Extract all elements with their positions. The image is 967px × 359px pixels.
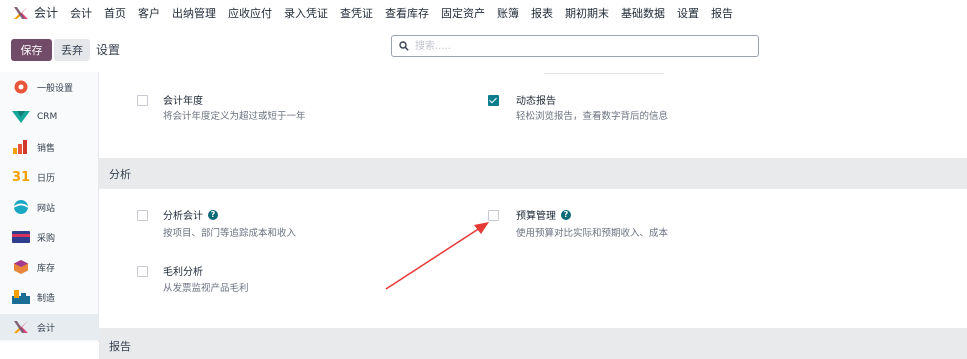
menu-item[interactable]: 查看库存	[385, 5, 429, 21]
setting-description: 轻松浏览报告，查看数字背后的信息	[516, 111, 669, 122]
setting-title-text: 预算管理	[516, 211, 556, 222]
inventory-icon	[12, 259, 30, 275]
setting-description: 从发票监视产品毛利	[163, 283, 249, 294]
sidebar-item-label: 网站	[37, 203, 56, 214]
section-header-report: 报告	[99, 328, 967, 359]
crm-icon	[12, 109, 30, 125]
dynamic-report-checkbox[interactable]	[488, 95, 499, 106]
sidebar-item-label: 会计	[37, 323, 56, 334]
general-settings-icon	[12, 79, 30, 95]
control-panel: 保存 丢弃 设置	[0, 34, 967, 62]
help-icon[interactable]: ?	[208, 209, 218, 220]
sidebar-item-accounting[interactable]: 会计	[0, 314, 99, 340]
sidebar-item-label: 制造	[37, 293, 56, 304]
sidebar-item-manufacturing[interactable]: 制造	[0, 284, 99, 310]
menu-item[interactable]: 客户	[138, 5, 160, 21]
menu-item[interactable]: 账簿	[497, 5, 519, 21]
search-icon	[399, 41, 409, 51]
menu-item[interactable]: 录入凭证	[284, 5, 328, 21]
setting-title: 毛利分析	[163, 267, 203, 278]
menu-item[interactable]: 出纳管理	[172, 5, 216, 21]
budget-management-checkbox[interactable]	[488, 210, 499, 221]
top-menu: 会计 首页 客户 出纳管理 应收应付 录入凭证 查凭证 查看库存 固定资产 账簿…	[70, 5, 733, 21]
menu-item[interactable]: 会计	[70, 5, 92, 21]
menu-item[interactable]: 基础数据	[621, 5, 665, 21]
accounting-icon	[12, 319, 30, 335]
breadcrumb: 设置	[96, 43, 121, 57]
sidebar-item-label: 日历	[37, 173, 56, 184]
fiscal-year-checkbox[interactable]	[137, 95, 148, 106]
top-navbar: 会计 会计 首页 客户 出纳管理 应收应付 录入凭证 查凭证 查看库存 固定资产…	[0, 0, 967, 25]
setting-description: 按项目、部门等追踪成本和收入	[163, 228, 297, 239]
sidebar-item-label: CRM	[37, 112, 58, 122]
menu-item[interactable]: 应收应付	[228, 5, 272, 21]
sidebar-item-label: 库存	[37, 263, 56, 274]
section-header-analysis: 分析	[99, 158, 967, 189]
sidebar-item-label: 一般设置	[37, 83, 74, 94]
analytic-accounting-checkbox[interactable]	[137, 210, 148, 221]
sidebar-item-sales[interactable]: 销售	[0, 134, 99, 160]
app-logo-icon[interactable]	[13, 6, 29, 20]
purchase-icon	[12, 229, 30, 245]
settings-content: 会计年度 将会计年度定义为超过或短于一年 动态报告 轻松浏览报告，查看数字背后的…	[99, 62, 967, 359]
sidebar-item-crm[interactable]: CRM	[0, 104, 99, 130]
menu-item[interactable]: 查凭证	[340, 5, 373, 21]
search-input[interactable]	[413, 39, 737, 53]
sidebar-item-website[interactable]: 网站	[0, 194, 99, 220]
setting-title: 分析会计 ?	[163, 207, 218, 222]
setting-title: 会计年度	[163, 96, 203, 107]
sidebar-item-purchase[interactable]: 采购	[0, 224, 99, 250]
divider	[544, 73, 664, 74]
setting-title: 动态报告	[516, 96, 556, 107]
margin-analysis-checkbox[interactable]	[137, 266, 148, 277]
sidebar-item-inventory[interactable]: 库存	[0, 254, 99, 280]
setting-title: 预算管理 ?	[516, 207, 571, 222]
menu-item[interactable]: 首页	[104, 5, 126, 21]
website-icon	[12, 199, 30, 215]
sidebar-item-general[interactable]: 一般设置	[0, 74, 99, 100]
setting-title-text: 分析会计	[163, 211, 203, 222]
help-icon[interactable]: ?	[561, 209, 571, 220]
sidebar-item-label: 采购	[37, 233, 56, 244]
setting-description: 使用预算对比实际和预期收入、成本	[516, 228, 669, 239]
manufacturing-icon	[12, 289, 30, 305]
search-box[interactable]	[391, 35, 759, 57]
save-button[interactable]: 保存	[11, 39, 52, 61]
menu-item[interactable]: 报表	[531, 5, 553, 21]
sidebar-item-label: 销售	[37, 143, 56, 154]
calendar-icon: 31	[11, 169, 31, 185]
setting-description: 将会计年度定义为超过或短于一年	[163, 111, 306, 122]
discard-button[interactable]: 丢弃	[54, 39, 90, 61]
sidebar-item-calendar[interactable]: 31 日历	[0, 164, 99, 190]
menu-item[interactable]: 设置	[677, 5, 699, 21]
sales-icon	[12, 139, 30, 155]
menu-item[interactable]: 固定资产	[441, 5, 485, 21]
app-name[interactable]: 会计	[34, 4, 58, 21]
menu-item[interactable]: 期初期末	[565, 5, 609, 21]
settings-sidebar: 一般设置 CRM 销售 31 日历 网站 采购 库存 制造 会计	[0, 72, 99, 342]
menu-item[interactable]: 报告	[711, 5, 733, 21]
